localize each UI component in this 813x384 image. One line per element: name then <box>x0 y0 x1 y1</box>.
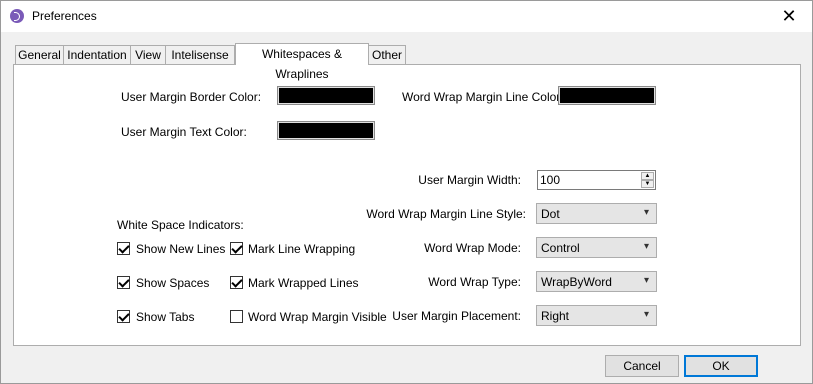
margin-line-style-value: Dot <box>541 207 560 221</box>
word-wrap-margin-line-color-label: Word Wrap Margin Line Color: <box>402 90 564 104</box>
tab-indentation[interactable]: Indentation <box>63 45 131 64</box>
preferences-window: Preferences ✕ General Indentation View I… <box>0 0 813 384</box>
wrap-type-value: WrapByWord <box>541 275 612 289</box>
chevron-down-icon: ▾ <box>643 275 649 286</box>
spin-up-icon[interactable]: ▲ <box>641 172 654 180</box>
mark-wrapped-lines-label: Mark Wrapped Lines <box>248 276 359 290</box>
show-new-lines-checkbox[interactable] <box>117 242 130 255</box>
user-margin-text-color-label: User Margin Text Color: <box>121 125 247 139</box>
spinner-arrows: ▲ ▼ <box>641 172 654 188</box>
show-tabs-label: Show Tabs <box>136 310 195 324</box>
word-wrap-margin-line-color-picker[interactable] <box>558 86 656 105</box>
show-new-lines-label: Show New Lines <box>136 242 226 256</box>
tab-intelisense[interactable]: Intelisense <box>165 45 235 64</box>
close-button[interactable]: ✕ <box>766 1 812 32</box>
word-wrap-type-select[interactable]: WrapByWord ▾ <box>536 271 657 292</box>
show-spaces-label: Show Spaces <box>136 276 210 290</box>
title-bar: Preferences ✕ <box>1 1 812 32</box>
word-wrap-margin-visible-label: Word Wrap Margin Visible <box>248 310 387 324</box>
word-wrap-margin-line-style-label: Word Wrap Margin Line Style: <box>366 207 526 221</box>
user-margin-placement-select[interactable]: Right ▾ <box>536 305 657 326</box>
word-wrap-margin-visible-checkbox[interactable] <box>230 310 243 323</box>
tab-panel <box>13 64 801 346</box>
mark-line-wrapping-label: Mark Line Wrapping <box>248 242 356 256</box>
tab-view[interactable]: View <box>130 45 166 64</box>
tab-other[interactable]: Other <box>368 45 406 64</box>
word-wrap-mode-label: Word Wrap Mode: <box>424 241 521 255</box>
chevron-down-icon: ▾ <box>643 309 649 320</box>
wrap-mode-value: Control <box>541 241 580 255</box>
window-title: Preferences <box>32 9 97 23</box>
user-margin-text-color-picker[interactable] <box>277 121 375 140</box>
tab-general[interactable]: General <box>15 45 64 64</box>
user-margin-border-color-picker[interactable] <box>277 86 375 105</box>
tab-whitespaces-wraplines[interactable]: Whitespaces & Wraplines <box>235 43 369 81</box>
show-tabs-checkbox[interactable] <box>117 310 130 323</box>
chevron-down-icon: ▾ <box>643 241 649 252</box>
user-margin-width-value: 100 <box>540 173 561 187</box>
word-wrap-type-label: Word Wrap Type: <box>428 275 521 289</box>
user-margin-placement-label: User Margin Placement: <box>392 309 521 323</box>
user-margin-width-input[interactable]: 100 ▲ ▼ <box>537 170 656 190</box>
cancel-button[interactable]: Cancel <box>605 355 679 377</box>
chevron-down-icon: ▾ <box>643 207 649 218</box>
word-wrap-mode-select[interactable]: Control ▾ <box>536 237 657 258</box>
margin-placement-value: Right <box>541 309 570 323</box>
app-icon <box>10 9 24 23</box>
mark-wrapped-lines-checkbox[interactable] <box>230 276 243 289</box>
white-space-indicators-heading: White Space Indicators: <box>117 218 244 232</box>
user-margin-width-label: User Margin Width: <box>418 173 521 187</box>
word-wrap-margin-line-style-select[interactable]: Dot ▾ <box>536 203 657 224</box>
user-margin-border-color-label: User Margin Border Color: <box>121 90 262 104</box>
show-spaces-checkbox[interactable] <box>117 276 130 289</box>
mark-line-wrapping-checkbox[interactable] <box>230 242 243 255</box>
spin-down-icon[interactable]: ▼ <box>641 180 654 188</box>
ok-button[interactable]: OK <box>684 355 758 377</box>
